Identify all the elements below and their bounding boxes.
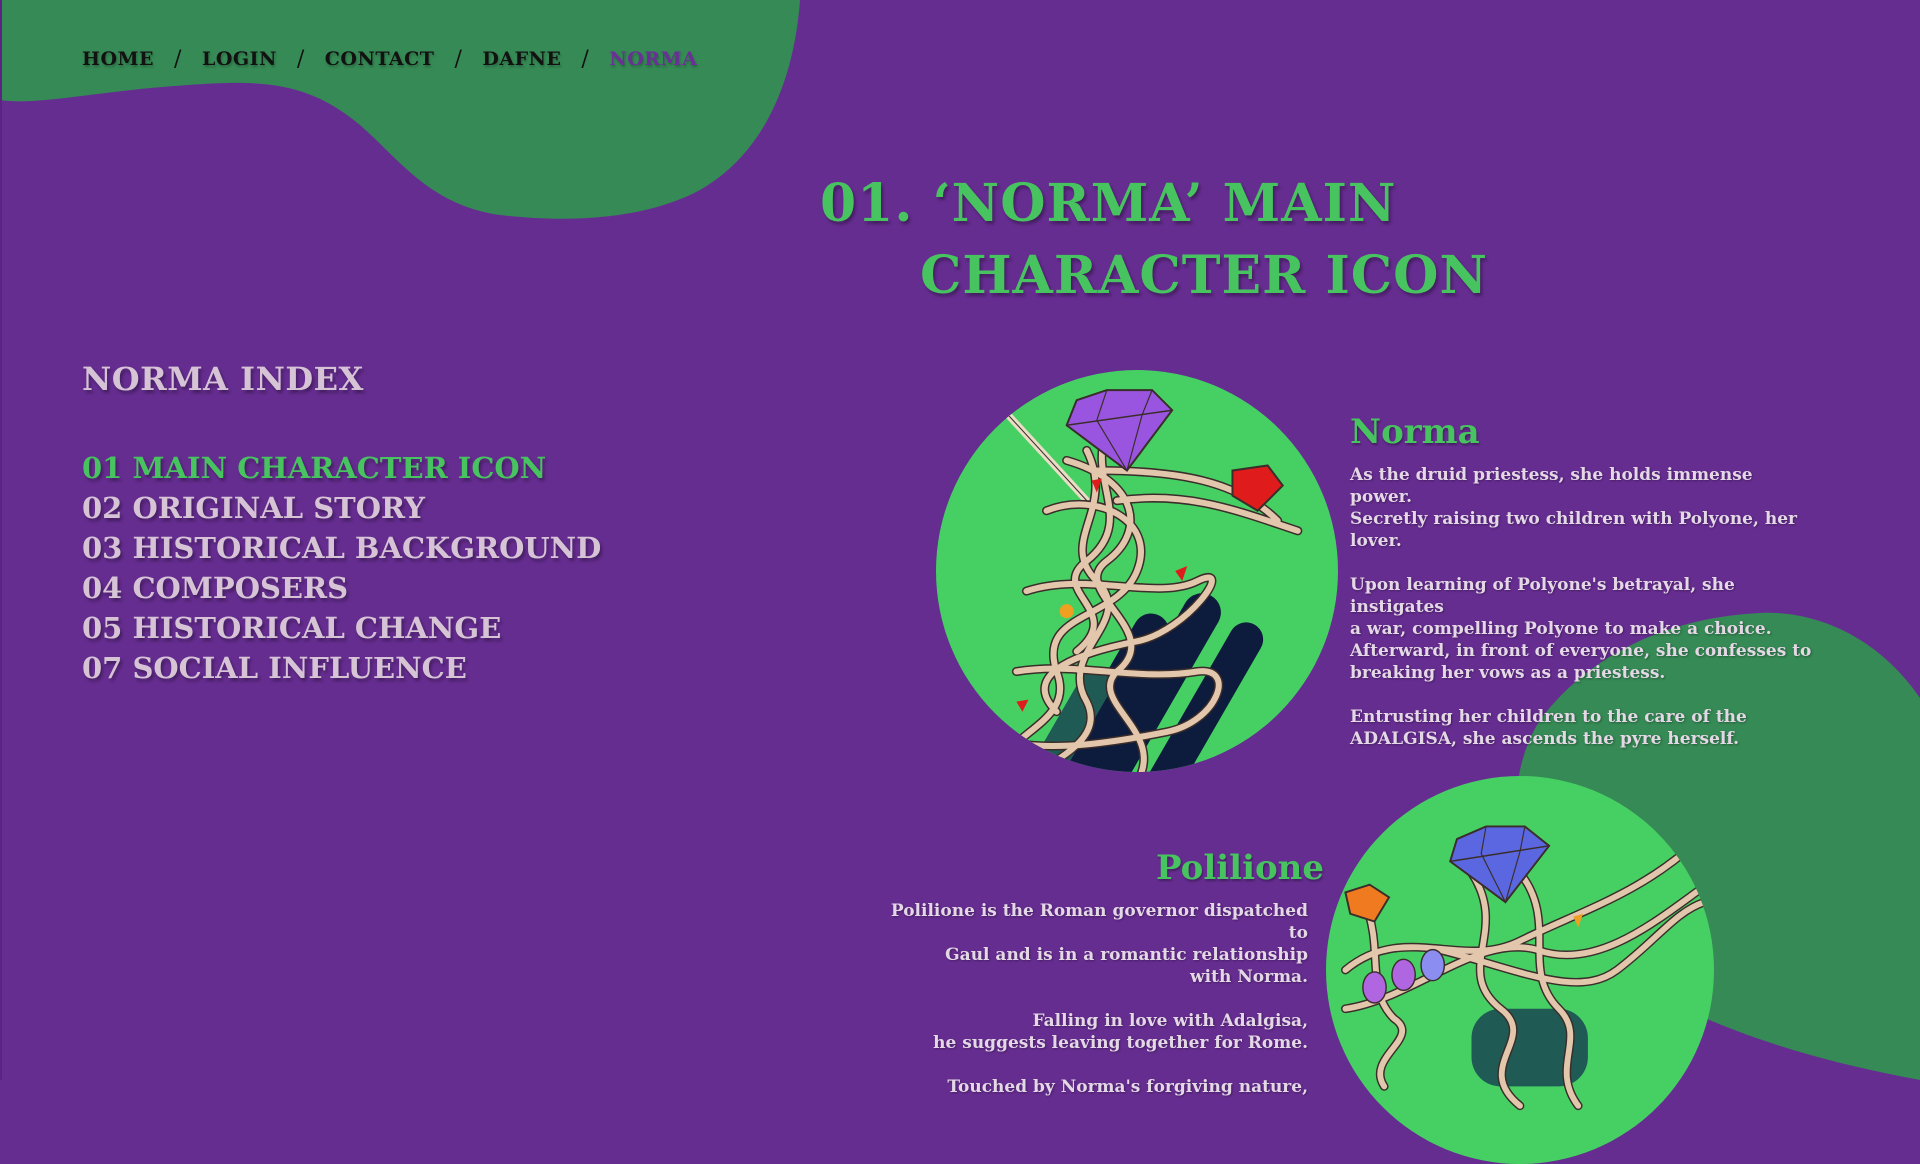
top-left-blob: [0, 0, 800, 219]
nav-separator: /: [581, 46, 590, 72]
left-edge-line: [0, 0, 2, 1080]
norma-paragraph: As the druid priestess, she holds immens…: [1350, 465, 1797, 551]
norma-jewel-figure-icon: [991, 389, 1303, 772]
nav-dafne[interactable]: DAFNE: [482, 48, 561, 70]
nav-separator: /: [174, 46, 182, 72]
index-item-main-character-icon[interactable]: 01 MAIN CHARACTER ICON: [82, 448, 601, 488]
nav-separator: /: [296, 46, 305, 72]
page-title: 01. ‘NORMA’ MAIN CHARACTER ICON: [820, 168, 1580, 312]
page-title-line1: 01. ‘NORMA’ MAIN: [820, 173, 1397, 234]
norma-paragraph: Upon learning of Polyone's betrayal, she…: [1350, 575, 1812, 683]
nav-separator: /: [454, 46, 463, 72]
norma-icon-circle: [936, 370, 1338, 772]
page-title-line2: CHARACTER ICON: [920, 245, 1488, 306]
nav-home[interactable]: HOME: [82, 48, 154, 70]
nav-login[interactable]: LOGIN: [202, 48, 277, 70]
index-item-historical-background[interactable]: 03 HISTORICAL BACKGROUND: [82, 528, 601, 568]
index-item-historical-change[interactable]: 05 HISTORICAL CHANGE: [82, 608, 601, 648]
top-nav: HOME / LOGIN / CONTACT / DAFNE / NORMA: [82, 44, 697, 74]
character-name-polilione: Polilione: [1156, 848, 1325, 888]
character-name-norma: Norma: [1350, 412, 1480, 452]
polilione-paragraph: Polilione is the Roman governor dispatch…: [890, 901, 1308, 987]
character-desc-norma: As the druid priestess, she holds immens…: [1350, 464, 1820, 772]
index-item-composers[interactable]: 04 COMPOSERS: [82, 568, 601, 608]
index-item-original-story[interactable]: 02 ORIGINAL STORY: [82, 488, 601, 528]
norma-paragraph: Entrusting her children to the care of t…: [1350, 707, 1747, 749]
index-list: 01 MAIN CHARACTER ICON 02 ORIGINAL STORY…: [82, 448, 601, 688]
polilione-icon-circle: [1326, 776, 1714, 1164]
character-desc-polilione: Polilione is the Roman governor dispatch…: [880, 900, 1308, 1120]
polilione-paragraph: Falling in love with Adalgisa, he sugges…: [933, 1011, 1308, 1053]
polilione-jewel-figure-icon: [1341, 825, 1714, 1111]
polilione-paragraph: Touched by Norma's forgiving nature,: [947, 1077, 1308, 1097]
nav-contact[interactable]: CONTACT: [325, 48, 435, 70]
index-title: NORMA INDEX: [82, 360, 364, 398]
index-item-social-influence[interactable]: 07 SOCIAL INFLUENCE: [82, 648, 601, 688]
nav-norma[interactable]: NORMA: [609, 48, 697, 70]
